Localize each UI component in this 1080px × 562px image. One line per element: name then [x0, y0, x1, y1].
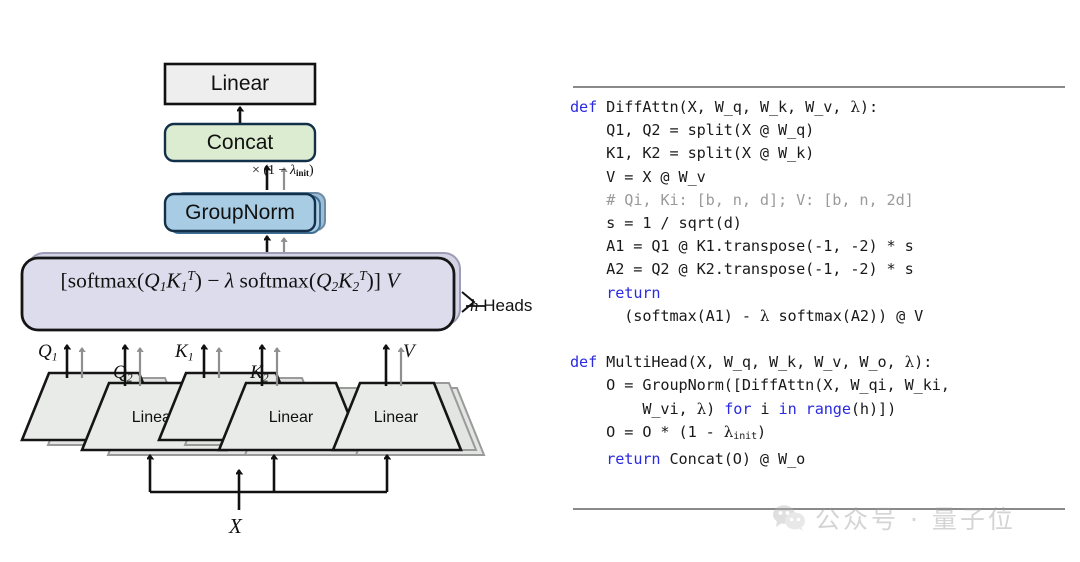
input-label-x: X — [229, 514, 242, 538]
heads-annotation: h Heads — [470, 296, 533, 315]
label-v: V — [403, 341, 415, 362]
linear-v-label: Linear — [374, 409, 419, 426]
code-rule-top — [573, 86, 1065, 88]
diff-attention-formula: [softmax(Q1K1T) − λ softmax(Q2K2T)] V — [60, 268, 400, 295]
scale-annotation: × (1 − λinit) — [252, 163, 314, 179]
groupnorm-label: GroupNorm — [185, 200, 295, 224]
label-q2: Q2 — [113, 362, 133, 385]
projection-v-group: Linear — [331, 345, 486, 492]
pseudocode-block: def DiffAttn(X, W_q, W_k, W_v, λ): Q1, Q… — [570, 98, 950, 469]
label-k2: K2 — [250, 362, 269, 385]
input-bus — [150, 470, 387, 510]
label-k1: K1 — [175, 341, 194, 364]
label-q1: Q1 — [38, 341, 58, 364]
code-rule-bottom — [573, 508, 1065, 510]
architecture-diagram: Linear Linear Linear Linear Concat Group… — [0, 0, 560, 562]
linear-output-label: Linear — [210, 72, 270, 95]
concat-label: Concat — [206, 130, 274, 154]
linear-k-label: Linear — [269, 409, 314, 426]
pseudocode-panel: def DiffAttn(X, W_q, W_k, W_v, λ): Q1, Q… — [560, 0, 1080, 562]
